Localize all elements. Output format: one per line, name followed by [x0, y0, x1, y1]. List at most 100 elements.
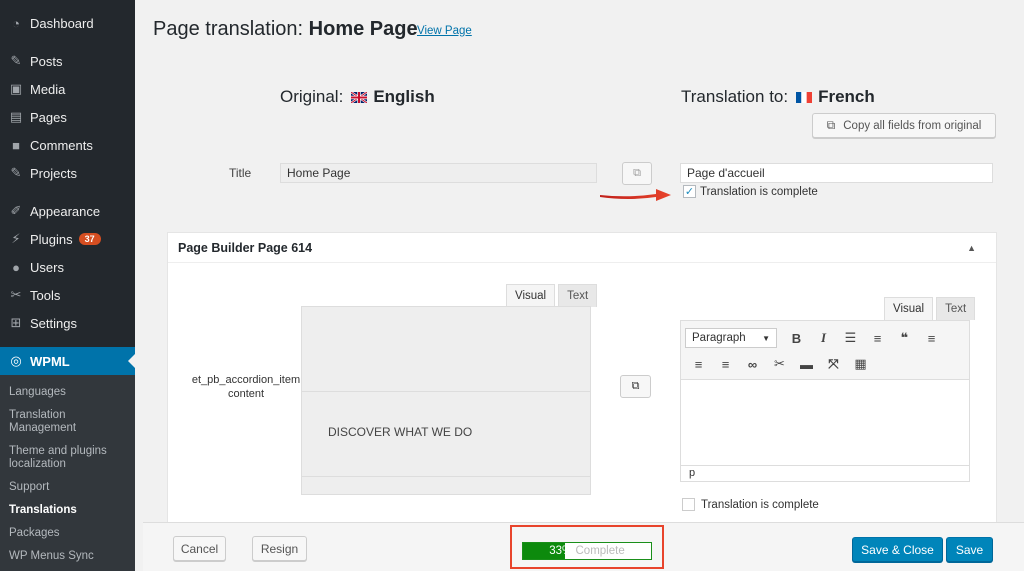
- copy-title-button[interactable]: ⧉: [622, 162, 652, 185]
- translation-progress-bar: 33% Complete: [522, 542, 652, 560]
- format-select[interactable]: Paragraph ▼: [685, 328, 777, 348]
- editor-status-path: p: [681, 465, 969, 481]
- sidebar-item-pages[interactable]: ▤ Pages: [0, 103, 135, 131]
- original-editor-tabs: Visual Text: [503, 284, 598, 307]
- tab-visual[interactable]: Visual: [506, 284, 556, 307]
- submenu-packages[interactable]: Packages: [0, 522, 135, 545]
- tab-text[interactable]: Text: [558, 284, 598, 307]
- page-builder-panel: Page Builder Page 614 ▲ et_pb_accordion_…: [167, 232, 997, 532]
- sidebar-item-label: Settings: [30, 315, 77, 331]
- bold-icon[interactable]: B: [783, 327, 810, 349]
- link-icon[interactable]: ∞: [739, 353, 766, 375]
- copy-field-button[interactable]: ⧉: [620, 375, 651, 398]
- submenu-translations[interactable]: Translations: [0, 499, 135, 522]
- field-complete-row: Translation is complete: [682, 498, 819, 511]
- sidebar-item-tools[interactable]: ✂ Tools: [0, 281, 135, 309]
- original-content: DISCOVER WHAT WE DO: [328, 425, 473, 439]
- sidebar-item-wpml[interactable]: ◎ WPML: [0, 347, 135, 375]
- sidebar-item-posts[interactable]: ✎ Posts: [0, 47, 135, 75]
- save-button[interactable]: Save: [946, 537, 993, 562]
- copy-all-fields-button[interactable]: ⧉ Copy all fields from original: [812, 113, 996, 138]
- save-close-button[interactable]: Save & Close: [852, 537, 943, 562]
- resign-button[interactable]: Resign: [252, 536, 307, 561]
- submenu-languages[interactable]: Languages: [0, 381, 135, 404]
- sidebar-item-projects[interactable]: ✎ Projects: [0, 159, 135, 187]
- brush-icon: ✐: [10, 203, 22, 218]
- sidebar-item-appearance[interactable]: ✐ Appearance: [0, 197, 135, 225]
- sidebar-item-settings[interactable]: ⊞ Settings: [0, 309, 135, 337]
- media-icon: ▣: [9, 81, 23, 96]
- sidebar-item-label: Appearance: [30, 203, 101, 219]
- title-complete-label: Translation is complete: [700, 185, 818, 198]
- original-label: Original:: [280, 87, 344, 106]
- sidebar-item-media[interactable]: ▣ Media: [0, 75, 135, 103]
- translation-editor-tabs: Visual Text: [881, 297, 976, 320]
- progress-suffix: Complete: [572, 545, 625, 557]
- translated-title-input[interactable]: Page d'accueil: [680, 163, 993, 183]
- france-flag-icon: [796, 91, 813, 103]
- page-title: Page translation: Home Page: [153, 18, 418, 41]
- plugin-icon: ⚡: [11, 231, 21, 246]
- align-right-icon[interactable]: ≡: [712, 353, 739, 375]
- admin-sidebar: ◔ Dashboard ✎ Posts ▣ Media ▤ Pages ■ Comment…: [0, 0, 135, 571]
- original-editor: DISCOVER WHAT WE DO: [301, 306, 591, 495]
- sidebar-item-dashboard[interactable]: ◔ Dashboard: [0, 9, 135, 37]
- sidebar-item-users[interactable]: ● Users: [0, 253, 135, 281]
- progress-label: 33% Complete: [523, 543, 651, 559]
- format-select-value: Paragraph: [692, 332, 746, 344]
- settings-icon: ⊞: [10, 315, 22, 330]
- main-content: Page translation: Home Page View Page Or…: [135, 0, 1024, 571]
- copy-icon: ⧉: [633, 167, 641, 179]
- collapse-arrow-icon[interactable]: ▲: [967, 243, 976, 253]
- sidebar-item-plugins[interactable]: ⚡ Plugins 37: [0, 225, 135, 253]
- italic-icon[interactable]: I: [810, 327, 837, 349]
- title-prefix: Page translation:: [153, 18, 304, 40]
- panel-header[interactable]: Page Builder Page 614 ▲: [168, 233, 996, 263]
- dashboard-icon: ◔: [12, 15, 20, 31]
- title-complete-row: ✓ Translation is complete: [683, 185, 818, 198]
- original-language: English: [373, 87, 435, 106]
- align-left-icon[interactable]: ≡: [918, 327, 945, 349]
- submenu-wp-menus-sync[interactable]: WP Menus Sync: [0, 545, 135, 568]
- sidebar-item-label: Comments: [30, 137, 93, 153]
- editor-toolbar: Paragraph ▼ B I ☰ ≡ ❝ ≡ ≡ ≡ ∞ ✂ ▬ ⤧ ▦: [681, 321, 969, 380]
- unlink-icon[interactable]: ✂: [766, 353, 793, 375]
- progress-percent: 33%: [549, 545, 573, 557]
- title-field-label: Title: [229, 166, 252, 180]
- comment-icon: ■: [12, 137, 20, 153]
- field-label: et_pb_accordion_item content: [191, 374, 301, 400]
- pin-icon: ✎: [10, 53, 22, 68]
- field-complete-checkbox[interactable]: [682, 498, 695, 511]
- uk-flag-icon: [351, 91, 368, 103]
- sidebar-item-label: Users: [30, 259, 64, 275]
- align-center-icon[interactable]: ≡: [685, 353, 712, 375]
- translation-label: Translation to:: [681, 87, 789, 106]
- title-page-name: Home Page: [308, 18, 418, 40]
- blockquote-icon[interactable]: ❝: [891, 327, 918, 349]
- original-editor-status: [302, 476, 590, 494]
- bullet-list-icon[interactable]: ☰: [837, 327, 864, 349]
- sidebar-item-comments[interactable]: ■ Comments: [0, 131, 135, 159]
- original-language-heading: Original: English: [280, 87, 435, 107]
- footer-bar: Cancel Resign 33% Complete Save & Close …: [143, 522, 1024, 571]
- pin-icon: ✎: [10, 165, 22, 180]
- tab-visual[interactable]: Visual: [884, 297, 934, 320]
- tab-text[interactable]: Text: [936, 297, 976, 320]
- numbered-list-icon[interactable]: ≡: [864, 327, 891, 349]
- read-more-icon[interactable]: ▬: [793, 353, 820, 375]
- submenu-support[interactable]: Support: [0, 476, 135, 499]
- submenu-translation-management[interactable]: Translation Management: [0, 404, 135, 440]
- plugins-count-badge: 37: [78, 233, 101, 245]
- sidebar-item-label: Media: [30, 81, 66, 97]
- translation-language: French: [818, 87, 875, 106]
- copy-all-label: Copy all fields from original: [843, 119, 982, 132]
- translation-editor: Paragraph ▼ B I ☰ ≡ ❝ ≡ ≡ ≡ ∞ ✂ ▬ ⤧ ▦ p: [680, 320, 970, 482]
- wrench-icon: ✂: [10, 287, 22, 302]
- submenu-theme-plugins-localization[interactable]: Theme and plugins localization: [0, 440, 135, 476]
- fullscreen-icon[interactable]: ⤧: [820, 353, 847, 375]
- title-complete-checkbox[interactable]: ✓: [683, 185, 696, 198]
- cancel-button[interactable]: Cancel: [173, 536, 226, 561]
- toolbar-toggle-icon[interactable]: ▦: [847, 353, 874, 375]
- view-page-link[interactable]: View Page: [417, 25, 472, 37]
- panel-title: Page Builder Page 614: [178, 241, 313, 255]
